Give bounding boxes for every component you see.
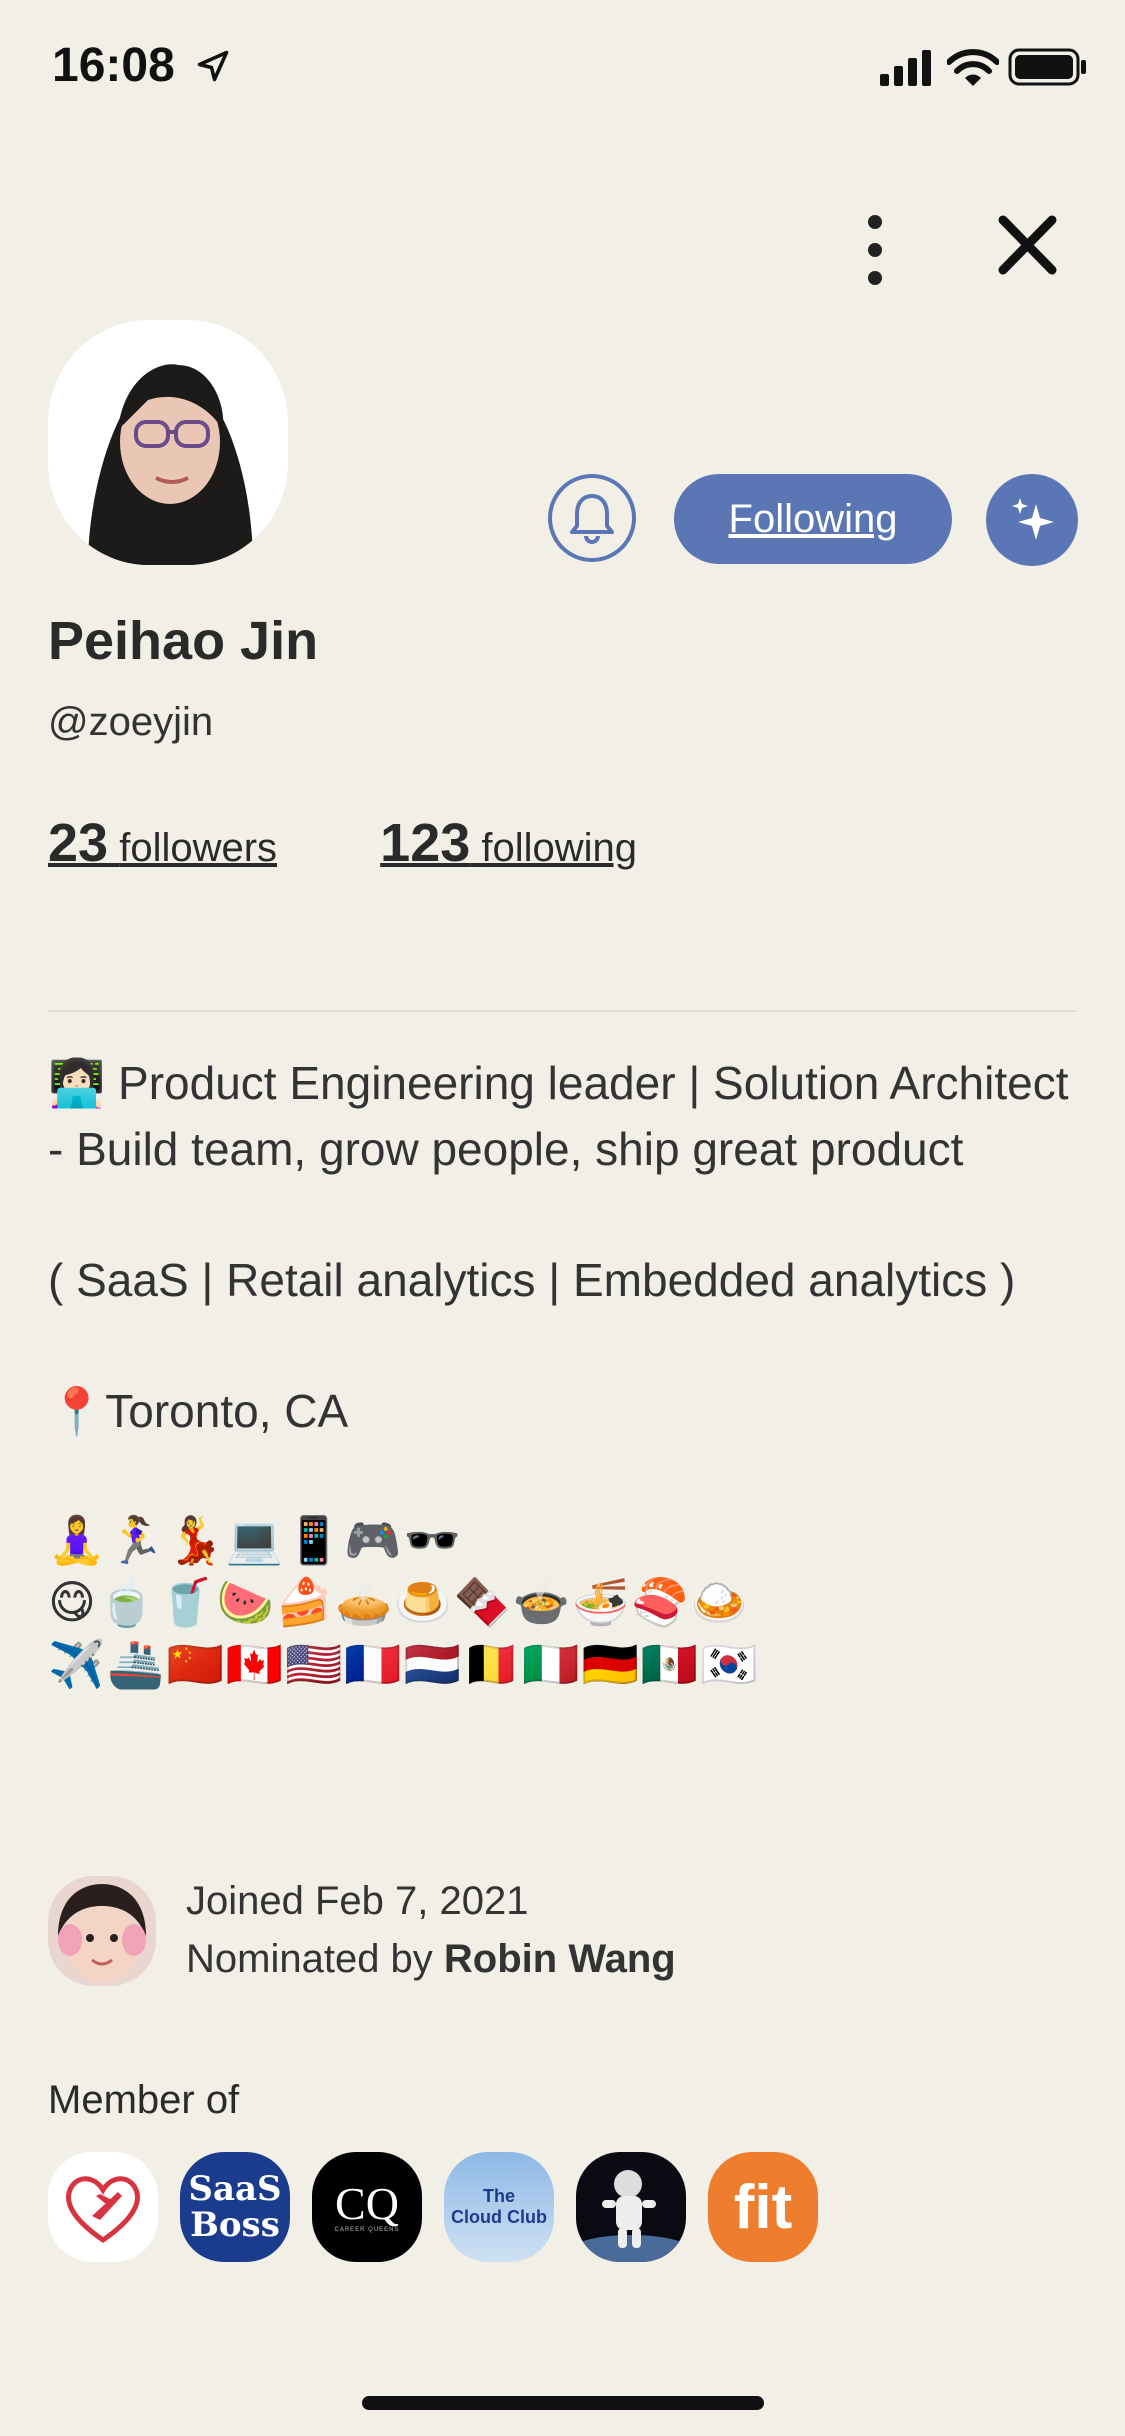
nominated-line: Nominated by Robin Wang xyxy=(186,1930,676,1988)
club-cq-text: CQ xyxy=(335,2178,399,2229)
more-options-icon[interactable] xyxy=(850,210,900,290)
battery-icon xyxy=(1008,48,1086,86)
followers-label: followers xyxy=(119,826,278,870)
close-icon[interactable] xyxy=(995,210,1060,280)
club-heart-plane[interactable] xyxy=(48,2152,158,2262)
club-cloud-text: The xyxy=(482,2186,515,2206)
profile-name: Peihao Jin xyxy=(48,611,319,671)
profile-bio: 👩🏻‍💻 Product Engineering leader | Soluti… xyxy=(48,1050,1088,1695)
notification-bell-button[interactable] xyxy=(548,474,636,562)
club-astronaut[interactable] xyxy=(576,2152,686,2262)
joined-date: Joined Feb 7, 2021 xyxy=(186,1879,529,1923)
status-bar: 16:08 xyxy=(0,0,1125,135)
profile-avatar[interactable] xyxy=(48,320,288,565)
nominated-prefix: Nominated by xyxy=(186,1937,433,1981)
nominator-name-link[interactable]: Robin Wang xyxy=(444,1937,676,1981)
bio-emoji-row: 😋🍵🥤🍉🍰🥧🍮🍫🍲🍜🍣🍛 xyxy=(48,1576,750,1628)
member-of-label: Member of xyxy=(48,2078,240,2122)
cellular-signal-icon xyxy=(880,50,931,86)
joined-info: Joined Feb 7, 2021 Nominated by Robin Wa… xyxy=(186,1872,676,1988)
bio-emoji-row: ✈️🚢🇨🇳🇨🇦🇺🇸🇫🇷🇳🇱🇧🇪🇮🇹🇩🇪🇲🇽🇰🇷 xyxy=(48,1638,760,1690)
bell-icon xyxy=(570,494,614,544)
club-fit-text: fit xyxy=(733,2172,793,2242)
bio-headline: 👩🏻‍💻 Product Engineering leader | Soluti… xyxy=(48,1057,1069,1175)
heart-plane-icon xyxy=(66,2176,140,2244)
club-cloud-club[interactable]: The Cloud Club xyxy=(444,2152,554,2262)
status-time: 16:08 xyxy=(52,39,175,92)
wifi-icon xyxy=(947,49,999,86)
following-link[interactable]: 123 following xyxy=(380,812,637,874)
follow-stats: 23 followers 123 following xyxy=(48,812,729,874)
location-arrow-icon xyxy=(197,50,229,82)
club-saas-boss[interactable]: SaaS Boss xyxy=(180,2152,290,2262)
sparkle-icon xyxy=(1012,498,1054,540)
club-list: SaaS Boss CQ CAREER QUEENS The Cloud Clu… xyxy=(48,2152,818,2262)
sparkle-button[interactable] xyxy=(986,474,1078,566)
following-button[interactable]: Following xyxy=(674,474,952,564)
club-saas-boss-text: Boss xyxy=(190,2205,280,2245)
bio-location: 📍Toronto, CA xyxy=(48,1385,349,1437)
bio-emoji-row: 🧘‍♀️🏃‍♀️💃💻📱🎮🕶️ xyxy=(48,1514,463,1566)
following-label: following xyxy=(481,826,638,870)
profile-handle: @zoeyjin xyxy=(48,700,214,744)
nominator-avatar[interactable] xyxy=(48,1876,156,1986)
followers-count: 23 xyxy=(48,813,109,873)
bio-focus: ( SaaS | Retail analytics | Embedded ana… xyxy=(48,1254,1016,1306)
club-saas-boss-text: SaaS xyxy=(188,2169,282,2209)
home-indicator xyxy=(362,2396,764,2410)
following-count: 123 xyxy=(380,813,471,873)
club-cloud-text: Cloud Club xyxy=(451,2207,547,2227)
astronaut-icon xyxy=(576,2170,686,2262)
divider xyxy=(48,1010,1077,1012)
club-cq[interactable]: CQ CAREER QUEENS xyxy=(312,2152,422,2262)
followers-link[interactable]: 23 followers xyxy=(48,812,277,874)
club-cq-subtext: CAREER QUEENS xyxy=(334,2227,400,2233)
club-fit[interactable]: fit xyxy=(708,2152,818,2262)
